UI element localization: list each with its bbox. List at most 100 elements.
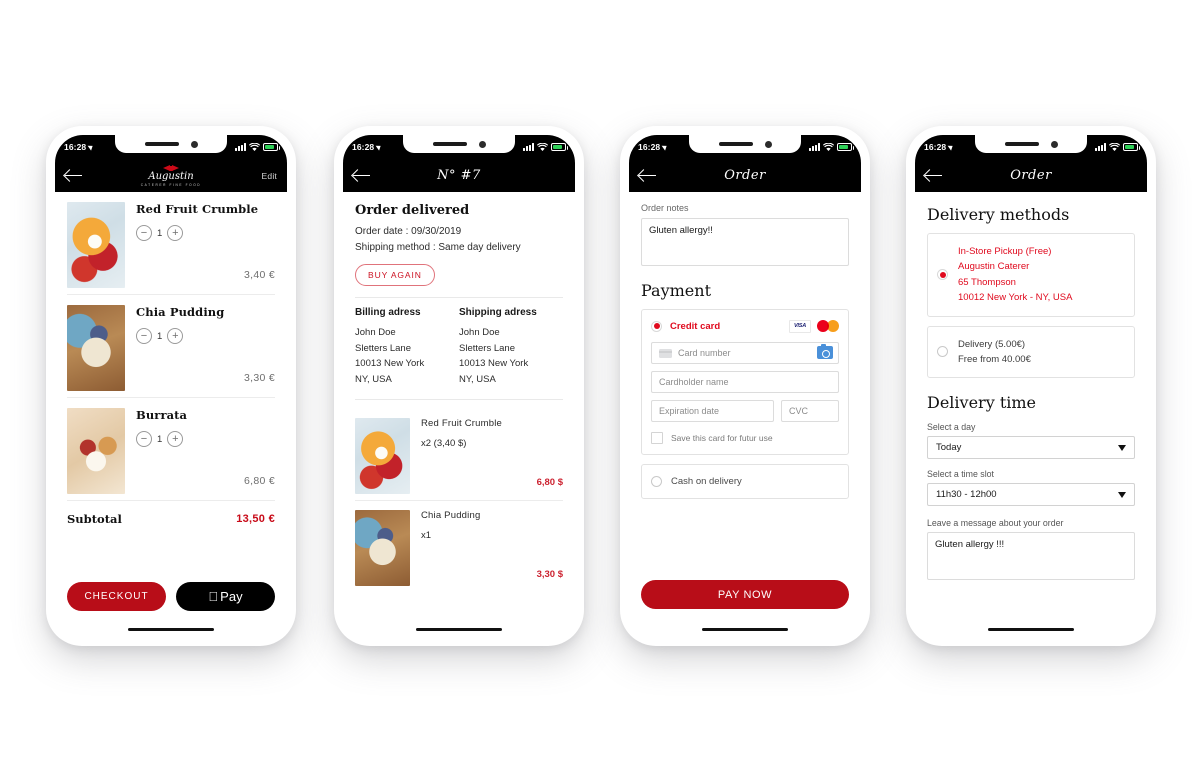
increment-button[interactable]: + — [167, 225, 184, 241]
back-arrow-icon[interactable] — [925, 169, 943, 183]
phone-cart: 16:28 Augustin CATERER FINE FOOD Edit Re… — [46, 126, 296, 646]
cart-body: Red Fruit Crumble − 1 + 3,40 € Chia Pudd… — [55, 192, 287, 637]
product-thumbnail — [355, 417, 410, 494]
camera-scan-icon[interactable] — [817, 344, 833, 359]
cart-item-row[interactable]: Burrata − 1 + 6,80 € — [67, 398, 275, 501]
pickup-radio[interactable] — [937, 269, 948, 281]
cash-on-delivery-option[interactable]: Cash on delivery — [641, 464, 849, 499]
product-name: Red Fruit Crumble — [136, 202, 259, 216]
time-slot-value: 11h30 - 12h00 — [936, 489, 997, 501]
quantity-stepper: − 1 + — [136, 431, 275, 447]
notch — [403, 135, 515, 153]
apple-pay-label: Pay — [215, 589, 242, 604]
delivery-method-option[interactable]: Delivery (5.00€) Free from 40.00€ — [927, 325, 1135, 379]
product-name: Chia Pudding — [136, 305, 225, 319]
decrement-button[interactable]: − — [136, 328, 152, 344]
order-message-label: Leave a message about your order — [927, 518, 1064, 529]
back-arrow-icon[interactable] — [639, 169, 657, 183]
billing-line: 10013 New York — [355, 358, 425, 370]
visa-logo-icon: VISA — [789, 319, 811, 333]
subtotal-value: 13,50 € — [236, 513, 275, 525]
battery-icon — [551, 143, 568, 151]
pickup-method-option[interactable]: In-Store Pickup (Free) Augustin Caterer … — [927, 233, 1135, 317]
order-detail-body: Order delivered Order date : 09/30/2019 … — [343, 192, 575, 637]
order-message-input[interactable]: Gluten allergy !!! — [927, 532, 1135, 581]
screen-payment: 16:28 Order Order notes Gluten allergy!!… — [629, 135, 861, 637]
expiration-date-input[interactable]: Expiration date — [651, 400, 774, 422]
divider — [355, 297, 563, 298]
payment-section-title: Payment — [641, 281, 711, 300]
day-select[interactable]: Today — [927, 436, 1135, 460]
wifi-icon — [1109, 142, 1120, 151]
mastercard-logo-icon — [817, 319, 839, 333]
time-slot-select[interactable]: 11h30 - 12h00 — [927, 483, 1135, 507]
delivery-radio[interactable] — [937, 346, 948, 358]
shipping-address-header: Shipping adress — [459, 307, 537, 318]
checkout-button[interactable]: CHECKOUT — [67, 582, 166, 611]
save-card-checkbox[interactable] — [651, 432, 663, 444]
signal-bars-icon — [523, 143, 534, 151]
cart-item-row[interactable]: Chia Pudding − 1 + 3,30 € — [67, 295, 275, 398]
divider — [355, 398, 563, 400]
nav-bar-order: N° #7 — [343, 159, 575, 192]
cash-on-delivery-radio[interactable] — [651, 476, 662, 487]
status-right — [523, 142, 568, 152]
chevron-down-icon — [1118, 444, 1126, 451]
address-grid: Billing adress John Doe Sletters Lane 10… — [355, 307, 563, 388]
page-title: Order — [1010, 168, 1052, 183]
buy-again-button[interactable]: BUY AGAIN — [355, 264, 435, 286]
product-thumbnail — [355, 509, 410, 586]
status-time: 16:28 — [64, 142, 87, 152]
product-name: Red Fruit Crumble — [421, 417, 503, 429]
expiry-cvc-row: Expiration date CVC — [651, 400, 839, 429]
delivery-line: Delivery (5.00€) — [958, 338, 1026, 350]
cash-on-delivery-label: Cash on delivery — [671, 476, 742, 487]
cvc-input[interactable]: CVC — [781, 400, 839, 422]
mockup-stage: 16:28 Augustin CATERER FINE FOOD Edit Re… — [0, 0, 1200, 778]
credit-card-option[interactable]: Credit card VISA Card number Cardholder … — [641, 309, 849, 455]
signal-bars-icon — [809, 143, 820, 151]
increment-button[interactable]: + — [167, 431, 184, 447]
order-line-row: Red Fruit Crumble x2 (3,40 $) 6,80 $ — [355, 409, 563, 501]
speaker-icon — [432, 142, 467, 146]
credit-card-radio-line[interactable]: Credit card — [651, 320, 720, 332]
back-arrow-icon[interactable] — [353, 169, 371, 183]
decrement-button[interactable]: − — [136, 225, 152, 241]
nav-bar-payment: Order — [629, 159, 861, 192]
status-right — [1095, 142, 1140, 152]
card-number-input[interactable]: Card number — [651, 342, 839, 364]
logo-wordmark: Augustin — [148, 170, 194, 182]
wifi-icon — [249, 142, 260, 151]
product-quantity: x1 — [421, 529, 432, 541]
battery-icon — [837, 143, 854, 151]
edit-button[interactable]: Edit — [262, 171, 277, 181]
credit-card-radio[interactable] — [651, 320, 662, 332]
phone-payment: 16:28 Order Order notes Gluten allergy!!… — [620, 126, 870, 646]
product-quantity: x2 (3,40 $) — [421, 437, 467, 449]
signal-bars-icon — [235, 143, 246, 151]
decrement-button[interactable]: − — [136, 431, 152, 447]
product-price: 3,40 € — [244, 269, 275, 281]
product-thumbnail — [67, 202, 125, 288]
order-date: Order date : 09/30/2019 — [355, 226, 462, 237]
apple-pay-button[interactable]:  Pay — [176, 582, 275, 611]
order-notes-input[interactable]: Gluten allergy!! — [641, 218, 849, 266]
quantity-stepper: − 1 + — [136, 225, 275, 241]
increment-button[interactable]: + — [167, 328, 184, 344]
location-arrow-icon — [661, 143, 669, 151]
shipping-line: NY, USA — [459, 374, 496, 386]
save-card-row[interactable]: Save this card for futur use — [651, 432, 839, 444]
page-title: N° #7 — [437, 168, 481, 183]
cart-item-row[interactable]: Red Fruit Crumble − 1 + 3,40 € — [67, 192, 275, 295]
screen-delivery: 16:28 Order Delivery methods In-Store Pi… — [915, 135, 1147, 637]
home-indicator — [702, 627, 788, 631]
location-arrow-icon — [947, 143, 955, 151]
back-arrow-icon[interactable] — [65, 169, 83, 183]
cardholder-name-input[interactable]: Cardholder name — [651, 371, 839, 393]
product-price: 6,80 € — [244, 475, 275, 487]
pay-now-button[interactable]: PAY NOW — [641, 580, 849, 609]
location-arrow-icon — [87, 143, 95, 151]
status-left: 16:28 — [924, 142, 955, 152]
delivery-time-title: Delivery time — [927, 393, 1036, 413]
day-select-value: Today — [936, 442, 962, 454]
